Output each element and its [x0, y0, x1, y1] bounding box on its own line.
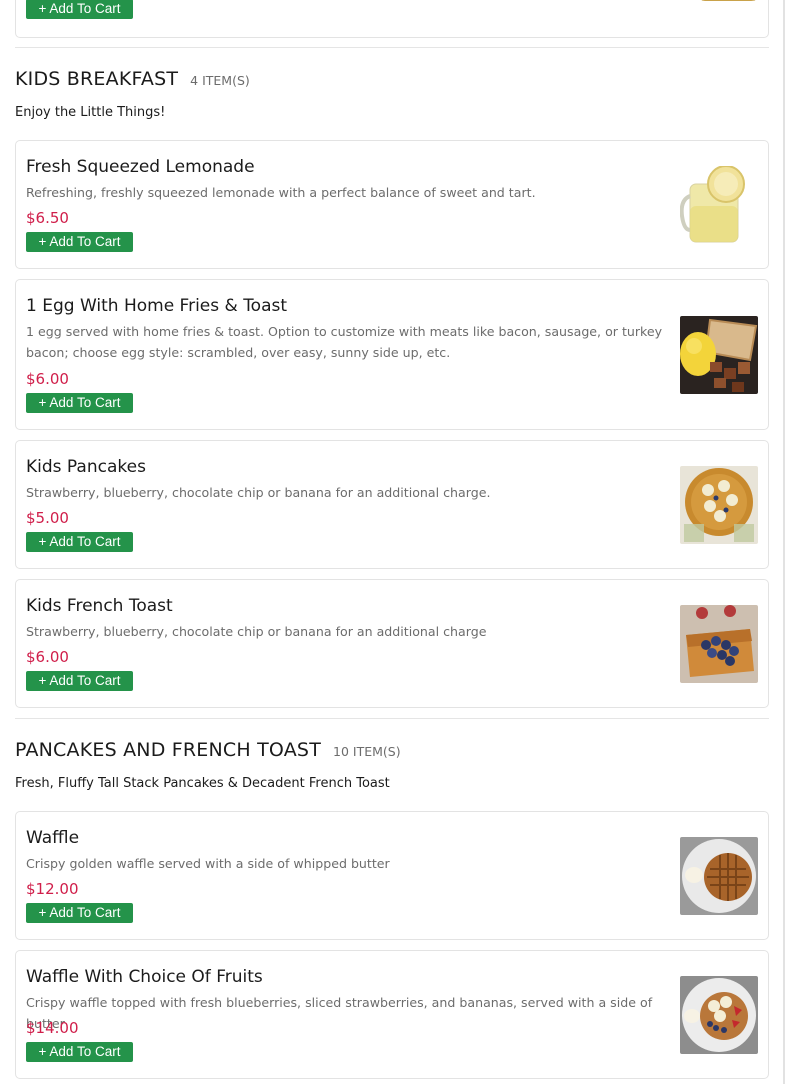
menu-item-card[interactable]: Kids French Toast Strawberry, blueberry,… [15, 579, 769, 708]
item-name: Kids French Toast [26, 596, 173, 616]
previous-item-image [680, 0, 758, 1]
add-to-cart-button[interactable]: + Add To Cart [26, 232, 133, 252]
section-subtitle: Enjoy the Little Things! [15, 105, 166, 120]
section-item-count: 4 ITEM(S) [190, 73, 250, 88]
item-name: Waffle [26, 828, 80, 848]
item-name: Waffle With Choice Of Fruits [26, 967, 263, 987]
item-description: Crispy waffle topped with fresh blueberr… [26, 995, 653, 1031]
item-name: 1 Egg With Home Fries & Toast [26, 296, 288, 316]
section-divider [15, 718, 769, 719]
add-to-cart-button[interactable]: + Add To Cart [26, 532, 133, 552]
add-to-cart-button[interactable]: + Add To Cart [26, 671, 133, 691]
item-description: Crispy golden waffle served with a side … [26, 856, 390, 871]
add-to-cart-button[interactable]: + Add To Cart [26, 903, 133, 923]
egg-fries-toast-image[interactable] [680, 316, 758, 394]
item-name: Fresh Squeezed Lemonade [26, 157, 255, 177]
kids-french-toast-image[interactable] [680, 605, 758, 683]
item-price: $6.00 [26, 370, 69, 388]
section-title: PANCAKES AND FRENCH TOAST [15, 739, 321, 761]
item-price: $6.50 [26, 209, 69, 227]
item-description: Strawberry, blueberry, chocolate chip or… [26, 485, 491, 500]
section-header-kids-breakfast: KIDS BREAKFAST 4 ITEM(S) [15, 68, 250, 90]
item-description: Refreshing, freshly squeezed lemonade wi… [26, 185, 536, 200]
add-to-cart-button[interactable]: + Add To Cart [26, 0, 133, 19]
waffle-image[interactable] [680, 837, 758, 915]
add-to-cart-button[interactable]: + Add To Cart [26, 1042, 133, 1062]
menu-item-card[interactable]: Fresh Squeezed Lemonade Refreshing, fres… [15, 140, 769, 269]
item-price: $6.00 [26, 648, 69, 666]
waffle-fruits-image[interactable] [680, 976, 758, 1054]
menu-item-card[interactable]: Waffle Crispy golden waffle served with … [15, 811, 769, 940]
item-price: $12.00 [26, 880, 79, 898]
menu-item-card[interactable]: Waffle With Choice Of Fruits Crispy waff… [15, 950, 769, 1079]
menu-item-card[interactable]: 1 Egg With Home Fries & Toast 1 egg serv… [15, 279, 769, 430]
menu-item-card[interactable]: Kids Pancakes Strawberry, blueberry, cho… [15, 440, 769, 569]
section-title: KIDS BREAKFAST [15, 68, 179, 90]
section-divider [15, 47, 769, 48]
item-name: Kids Pancakes [26, 457, 146, 477]
item-description: 1 egg served with home fries & toast. Op… [26, 324, 663, 360]
item-price: $5.00 [26, 509, 69, 527]
section-subtitle: Fresh, Fluffy Tall Stack Pancakes & Deca… [15, 776, 390, 791]
item-description: Strawberry, blueberry, chocolate chip or… [26, 624, 487, 639]
section-item-count: 10 ITEM(S) [333, 744, 401, 759]
add-to-cart-button[interactable]: + Add To Cart [26, 393, 133, 413]
lemonade-image[interactable] [680, 166, 758, 244]
kids-pancakes-image[interactable] [680, 466, 758, 544]
section-header-pancakes-french-toast: PANCAKES AND FRENCH TOAST 10 ITEM(S) [15, 739, 401, 761]
item-price: $14.00 [26, 1019, 79, 1037]
menu-item-card-previous: + Add To Cart [15, 0, 769, 38]
